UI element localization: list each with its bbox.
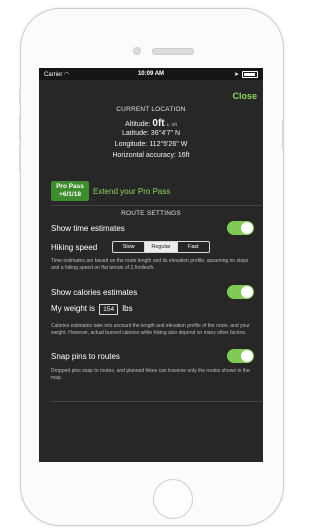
weight-prefix: My weight is	[51, 304, 96, 313]
bottom-divider	[51, 401, 263, 402]
status-time: 10:09 AM	[137, 71, 165, 77]
show-calories-toggle[interactable]	[227, 285, 254, 299]
front-camera	[133, 47, 141, 55]
toggle-knob	[241, 222, 253, 234]
toggle-knob	[241, 286, 253, 298]
app-screen: Carrier ◠ 10:09 AM ➤ Close CURRENT LOCAT…	[39, 68, 263, 462]
show-time-label: Show time estimates	[51, 224, 125, 233]
hiking-speed-segmented-control[interactable]: Slow Regular Fast	[112, 241, 210, 253]
snap-pins-label: Snap pins to routes	[51, 352, 120, 361]
hiking-speed-label: Hiking speed	[51, 243, 98, 252]
altitude-error: ± -3ft	[166, 122, 177, 127]
pro-pass-badge-title: Pro Pass	[56, 183, 84, 190]
pro-pass-row[interactable]: Pro Pass +6/1/18 Extend your Pro Pass	[51, 181, 170, 201]
altitude-value: 0ft	[152, 118, 165, 129]
weight-unit: lbs	[122, 304, 133, 313]
snap-pins-toggle[interactable]	[227, 349, 254, 363]
speed-option-fast[interactable]: Fast	[178, 242, 209, 252]
latitude-line: Latitude: 36°4'7" N	[122, 130, 180, 137]
speed-option-slow[interactable]: Slow	[113, 242, 146, 252]
power-button	[282, 120, 284, 150]
mute-switch	[19, 90, 21, 104]
home-button[interactable]	[153, 479, 193, 519]
calories-description: Calories estimates take into account the…	[51, 323, 250, 336]
speed-option-regular[interactable]: Regular	[145, 242, 178, 252]
status-bar: Carrier ◠ 10:09 AM ➤	[39, 68, 263, 80]
time-estimates-description: Time estimates are based on the route le…	[51, 258, 249, 271]
show-time-toggle[interactable]	[227, 221, 254, 235]
close-button[interactable]: Close	[232, 91, 257, 101]
weight-row: My weight is 154 lbs	[51, 304, 133, 315]
location-arrow-icon: ➤	[233, 72, 239, 78]
toggle-knob	[241, 350, 253, 362]
extend-pro-pass-link[interactable]: Extend your Pro Pass	[93, 187, 170, 196]
accuracy-line: Horizontal accuracy: 16ft	[112, 152, 190, 159]
pro-pass-badge-date: +6/1/18	[59, 191, 81, 198]
route-settings-heading: ROUTE SETTINGS	[121, 210, 181, 217]
show-calories-label: Show calories estimates	[51, 288, 138, 297]
volume-up-button	[19, 115, 21, 141]
longitude-line: Longitude: 112°5'26" W	[114, 141, 188, 148]
current-location-heading: CURRENT LOCATION	[116, 106, 186, 113]
altitude-label: Altitude:	[125, 121, 151, 128]
altitude-line: Altitude: 0ft ± -3ft	[39, 118, 263, 129]
earpiece-speaker	[152, 48, 194, 55]
volume-down-button	[19, 146, 21, 172]
weight-input[interactable]: 154	[99, 304, 119, 315]
snap-pins-description: Dropped pins snap to routes, and planned…	[51, 368, 250, 381]
battery-icon	[242, 71, 258, 78]
section-divider	[51, 205, 263, 206]
pro-pass-badge: Pro Pass +6/1/18	[51, 181, 89, 201]
